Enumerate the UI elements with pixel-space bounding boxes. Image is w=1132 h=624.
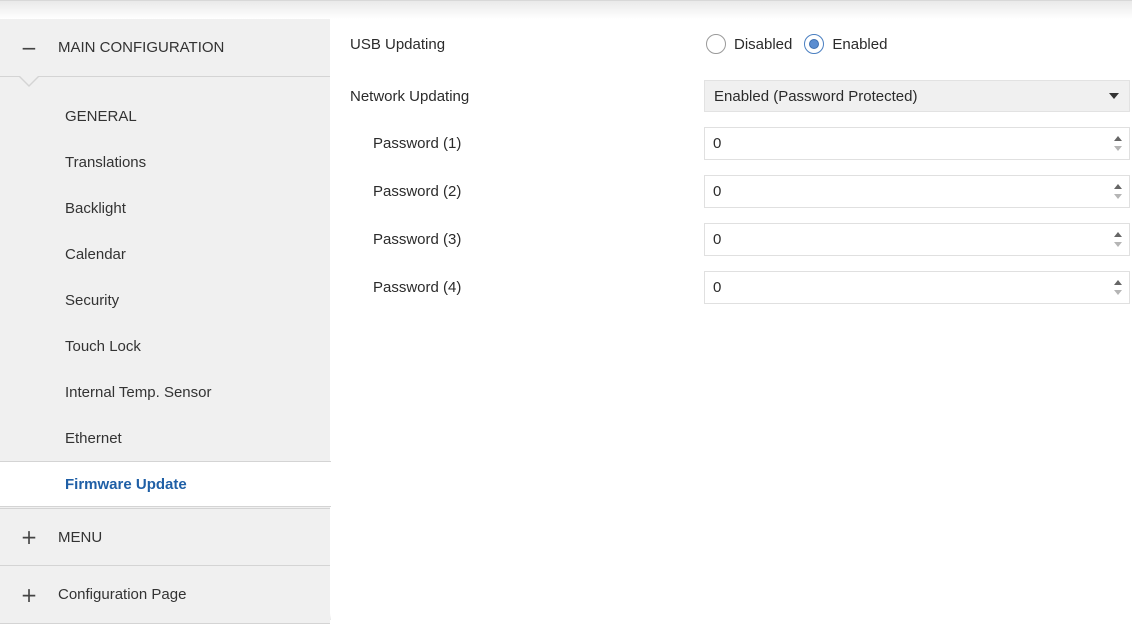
password-1-row: Password (1) 0 (331, 120, 1132, 166)
password-2-input[interactable]: 0 (704, 175, 1130, 208)
stepper-up-icon[interactable] (1114, 280, 1122, 285)
radio-enabled-label: Enabled (832, 35, 888, 53)
group-menu[interactable]: + MENU (0, 508, 330, 566)
input-value: 0 (713, 279, 722, 296)
stepper-up-icon[interactable] (1114, 184, 1122, 189)
radio-enabled[interactable]: Enabled (804, 34, 887, 54)
stepper-up-icon[interactable] (1114, 232, 1122, 237)
password-1-label: Password (1) (373, 134, 462, 152)
radio-checked-icon[interactable] (804, 34, 825, 54)
input-value: 0 (713, 231, 722, 248)
group-label: MAIN CONFIGURATION (58, 39, 225, 56)
input-value: 0 (713, 183, 722, 200)
sidebar-item-general[interactable]: GENERAL (0, 93, 330, 139)
expand-icon[interactable]: + (0, 525, 58, 549)
sidebar-item-backlight[interactable]: Backlight (0, 185, 330, 231)
sidebar-item-firmware-update[interactable]: Firmware Update (0, 461, 331, 507)
radio-unchecked-icon[interactable] (706, 34, 726, 54)
usb-updating-row: USB Updating Disabled Enabled (331, 21, 1132, 67)
password-2-row: Password (2) 0 (331, 168, 1132, 214)
password-1-input[interactable]: 0 (704, 127, 1130, 160)
stepper[interactable] (1113, 278, 1123, 298)
password-2-label: Password (2) (373, 182, 462, 200)
usb-updating-radio-group: Disabled Enabled (706, 21, 899, 67)
stepper[interactable] (1113, 230, 1123, 250)
stepper-down-icon[interactable] (1114, 194, 1122, 199)
top-shade (0, 1, 1132, 19)
group-label: MENU (58, 528, 103, 546)
password-4-row: Password (4) 0 (331, 264, 1132, 310)
input-value: 0 (713, 135, 722, 152)
group-main-configuration[interactable]: − MAIN CONFIGURATION (0, 19, 330, 77)
sidebar-item-security[interactable]: Security (0, 277, 330, 323)
sub-menu: GENERAL Translations Backlight Calendar … (0, 76, 331, 508)
group-configuration-page[interactable]: + Configuration Page (0, 566, 330, 624)
sidebar-item-translations[interactable]: Translations (0, 139, 330, 185)
network-updating-label: Network Updating (350, 87, 470, 105)
radio-disabled-label: Disabled (734, 35, 793, 53)
stepper-up-icon[interactable] (1114, 136, 1122, 141)
sidebar-item-calendar[interactable]: Calendar (0, 231, 330, 277)
expand-icon[interactable]: + (0, 583, 58, 607)
password-3-row: Password (3) 0 (331, 216, 1132, 262)
stepper-down-icon[interactable] (1114, 146, 1122, 151)
notch (20, 76, 38, 85)
network-updating-select[interactable]: Enabled (Password Protected) (704, 80, 1130, 112)
password-4-input[interactable]: 0 (704, 271, 1130, 304)
sidebar-item-internal-temp-sensor[interactable]: Internal Temp. Sensor (0, 369, 330, 415)
stepper-down-icon[interactable] (1114, 242, 1122, 247)
main-panel: USB Updating Disabled Enabled Network Up… (331, 19, 1132, 621)
chevron-down-icon[interactable] (1109, 93, 1119, 99)
usb-updating-label: USB Updating (350, 35, 446, 53)
password-3-label: Password (3) (373, 230, 462, 248)
collapse-icon[interactable]: − (0, 36, 58, 60)
stepper[interactable] (1113, 134, 1123, 154)
sidebar: − MAIN CONFIGURATION GENERAL Translation… (0, 19, 331, 624)
stepper[interactable] (1113, 182, 1123, 202)
network-updating-row: Network Updating Enabled (Password Prote… (331, 73, 1132, 119)
sidebar-item-ethernet[interactable]: Ethernet (0, 415, 330, 461)
radio-disabled[interactable]: Disabled (706, 34, 792, 54)
password-3-input[interactable]: 0 (704, 223, 1130, 256)
group-label: Configuration Page (58, 586, 187, 603)
password-4-label: Password (4) (373, 278, 462, 296)
sidebar-item-touch-lock[interactable]: Touch Lock (0, 323, 330, 369)
stepper-down-icon[interactable] (1114, 290, 1122, 295)
app-window: − MAIN CONFIGURATION GENERAL Translation… (0, 0, 1132, 624)
select-value: Enabled (Password Protected) (714, 87, 918, 105)
